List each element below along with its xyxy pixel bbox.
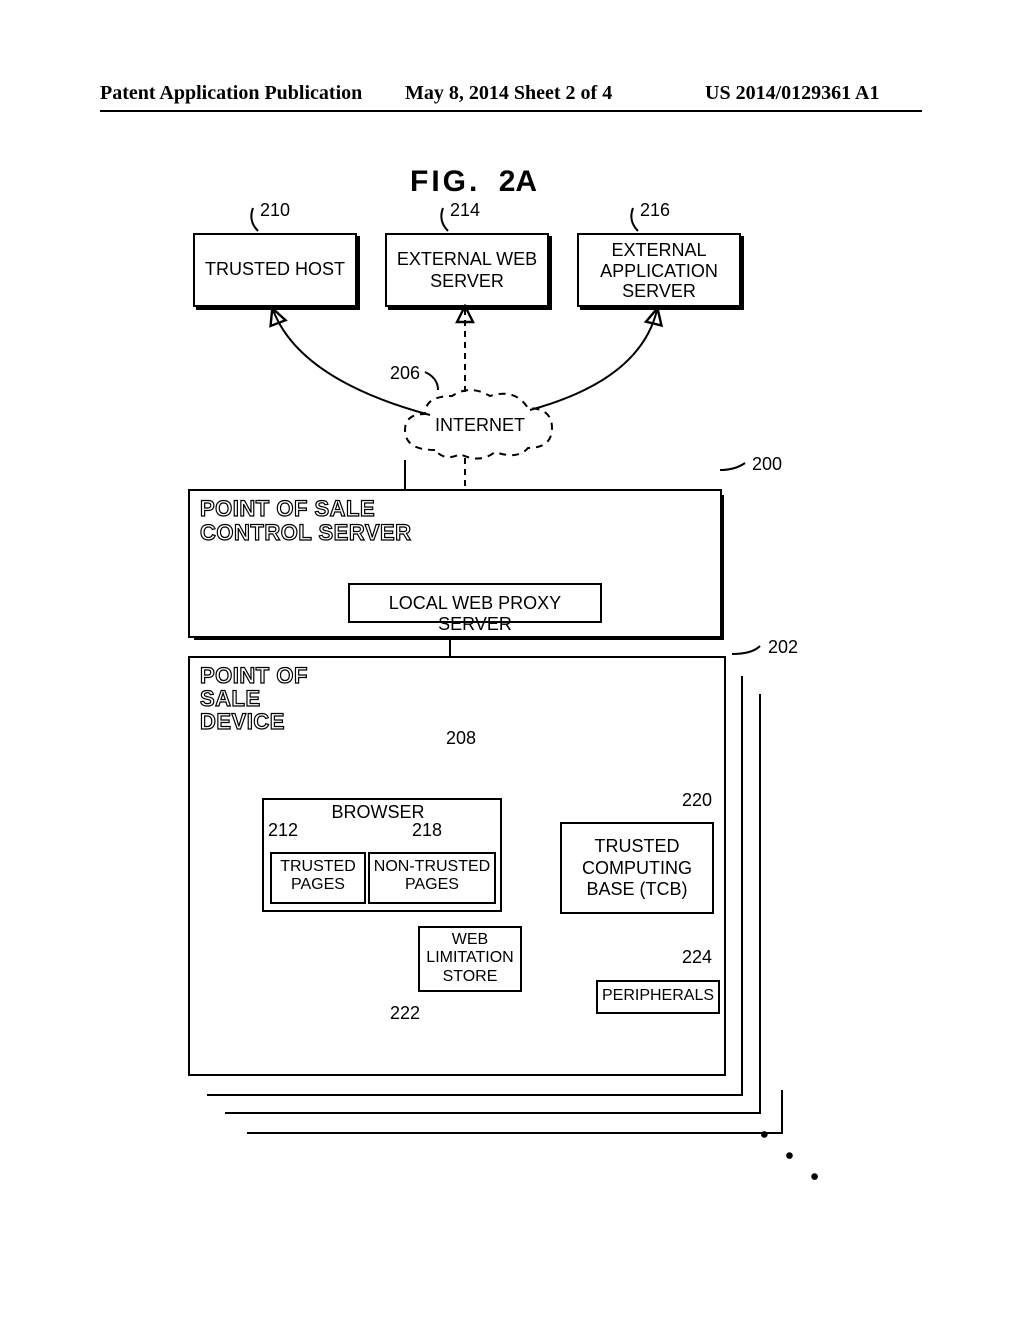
box-external-app-server: EXTERNAL APPLICATION SERVER: [577, 233, 741, 307]
label-pos-control-server: POINT OF SALE CONTROL SERVER: [200, 497, 412, 545]
ref-210: 210: [260, 200, 290, 221]
figure-title-num: 2A: [499, 165, 537, 198]
label-internet: INTERNET: [430, 415, 530, 436]
figure-title: FIG. 2A: [410, 165, 537, 199]
box-external-web-server: EXTERNAL WEB SERVER: [385, 233, 549, 307]
box-trusted-pages: TRUSTED PAGES: [270, 852, 366, 904]
box-tcb: TRUSTED COMPUTING BASE (TCB): [560, 822, 714, 914]
ref-hook-206: [420, 368, 460, 396]
box-local-web-proxy: LOCAL WEB PROXY SERVER: [348, 583, 602, 623]
label-peripherals: PERIPHERALS: [598, 987, 718, 1005]
header-left: Patent Application Publication: [100, 82, 362, 105]
header-rule: [100, 110, 922, 112]
label-trusted-host: TRUSTED HOST: [195, 259, 355, 280]
label-external-app-server: EXTERNAL APPLICATION SERVER: [579, 240, 739, 302]
ref-212: 212: [268, 820, 298, 841]
label-web-limitation-store: WEB LIMITATION STORE: [420, 931, 520, 986]
label-tcb: TRUSTED COMPUTING BASE (TCB): [562, 836, 712, 901]
shadow-b-1: [194, 638, 724, 640]
ref-214: 214: [450, 200, 480, 221]
header-center: May 8, 2014 Sheet 2 of 4: [405, 82, 612, 105]
ref-222: 222: [390, 1003, 420, 1024]
ellipsis-dots: • • •: [749, 1120, 833, 1198]
label-pos-device: POINT OF SALE DEVICE: [200, 664, 308, 733]
box-non-trusted-pages: NON-TRUSTED PAGES: [368, 852, 496, 904]
figure-title-prefix: FIG.: [410, 165, 480, 198]
header-right: US 2014/0129361 A1: [705, 82, 879, 105]
label-trusted-pages: TRUSTED PAGES: [272, 858, 364, 895]
label-local-web-proxy: LOCAL WEB PROXY SERVER: [350, 593, 600, 635]
ref-202: 202: [768, 637, 798, 658]
ref-200: 200: [752, 454, 782, 475]
box-web-limitation-store: WEB LIMITATION STORE: [418, 926, 522, 992]
page: { "header": { "left": "Patent Applicatio…: [0, 0, 1024, 1320]
label-external-web-server: EXTERNAL WEB SERVER: [387, 249, 547, 292]
label-non-trusted-pages: NON-TRUSTED PAGES: [370, 858, 494, 895]
ref-224: 224: [682, 947, 712, 968]
box-peripherals: PERIPHERALS: [596, 980, 720, 1014]
box-trusted-host: TRUSTED HOST: [193, 233, 357, 307]
ref-216: 216: [640, 200, 670, 221]
ref-208: 208: [446, 728, 476, 749]
ref-220: 220: [682, 790, 712, 811]
ref-218: 218: [412, 820, 442, 841]
ref-206: 206: [390, 363, 420, 384]
shadow-r-1: [722, 495, 724, 640]
